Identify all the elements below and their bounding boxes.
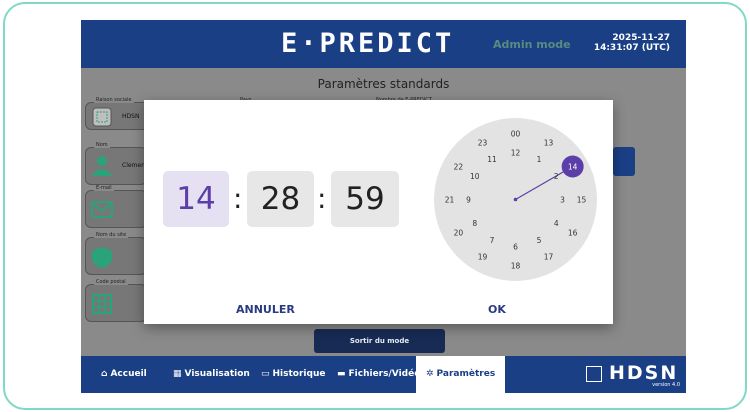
inner-hour-number[interactable]: 6 (513, 243, 518, 252)
outer-hour-number[interactable]: 14 (568, 163, 578, 172)
outer-hour-number[interactable]: 21 (445, 196, 455, 205)
app-logo: E·PREDICT (281, 28, 455, 59)
bottom-nav: ⌂ Accueil ▦ Visualisation ▭ Historique ▬ Fic… (81, 356, 686, 393)
nav-visualisation[interactable]: ▦ Visualisation (173, 356, 250, 393)
gear-icon: ✲ (426, 369, 434, 379)
outer-hour-number[interactable]: 18 (511, 262, 521, 271)
outer-hour-number[interactable]: 13 (544, 138, 554, 147)
inner-hour-number[interactable]: 1 (537, 155, 542, 164)
date-text: 2025-11-27 (612, 33, 670, 43)
person-icon (92, 156, 112, 176)
clock-dial[interactable]: 001314151617181920212223 121234567891011 (434, 118, 597, 281)
inner-hour-number[interactable]: 11 (487, 155, 497, 164)
outer-hour-number[interactable]: 17 (544, 253, 554, 262)
ok-button[interactable]: OK (488, 303, 506, 316)
version-text: version 4.0 (652, 382, 680, 388)
inner-hour-number[interactable]: 8 (472, 219, 477, 228)
outer-hour-number[interactable]: 19 (478, 253, 488, 262)
postal-code-label: Code postal (94, 279, 128, 285)
brand-mark-icon (586, 366, 602, 382)
time-separator: : (233, 182, 243, 215)
name-field[interactable]: Nom Clement (85, 142, 147, 185)
envelope-icon (91, 201, 113, 218)
clock-center-dot (513, 197, 518, 202)
time-separator: : (317, 182, 327, 215)
shield-icon (92, 247, 112, 268)
company-label: Raison sociale (94, 97, 134, 103)
nav-files-label: Fichiers/Vidéo (348, 369, 421, 379)
datetime-display: 2025-11-27 14:31:07 (UTC) (594, 33, 670, 53)
seconds-input[interactable]: 59 (331, 171, 399, 227)
inner-hour-number[interactable]: 10 (470, 172, 480, 181)
cancel-button[interactable]: ANNULER (236, 303, 295, 316)
email-label: E-mail (94, 185, 114, 191)
company-value: HDSN (122, 113, 140, 120)
outer-hour-number[interactable]: 22 (454, 163, 464, 172)
mode-label: Admin mode (493, 38, 571, 51)
inner-hour-number[interactable]: 12 (511, 149, 521, 158)
inner-hour-number[interactable]: 9 (466, 196, 471, 205)
nav-home-label: Accueil (110, 369, 147, 379)
outer-hour-number[interactable]: 00 (511, 130, 521, 139)
nav-home[interactable]: ⌂ Accueil (101, 356, 147, 393)
top-bar: E·PREDICT Admin mode 2025-11-27 14:31:07… (81, 20, 686, 68)
postal-code-field[interactable]: Code postal (85, 279, 147, 322)
grid-icon: ▦ (173, 369, 182, 379)
outer-hour-number[interactable]: 15 (577, 196, 587, 205)
building-icon (92, 107, 112, 127)
hours-input[interactable]: 14 (163, 171, 229, 227)
outer-hour-number[interactable]: 23 (478, 138, 488, 147)
outer-hour-number[interactable]: 16 (568, 229, 578, 238)
site-label: Nom du site (94, 232, 129, 238)
nav-history-label: Historique (272, 369, 326, 379)
nav-files[interactable]: ▬ Fichiers/Vidéo (337, 356, 420, 393)
nav-visualisation-label: Visualisation (184, 369, 250, 379)
minutes-input[interactable]: 28 (247, 171, 314, 227)
outer-hour-number[interactable]: 20 (454, 229, 464, 238)
email-field[interactable]: E-mail (85, 185, 147, 228)
time-picker-dialog: 14 : 28 : 59 00 13 14 15 16 17 18 19 20 21 22 23 12… (144, 100, 613, 324)
brand-logo: HDSN (609, 362, 679, 384)
inner-hour-number[interactable]: 2 (554, 172, 559, 181)
exit-mode-button[interactable]: Sortir du mode (314, 329, 445, 353)
name-label: Nom (94, 142, 110, 148)
nav-settings-label: Paramètres (436, 369, 496, 379)
inner-hour-number[interactable]: 7 (490, 236, 495, 245)
page-title: Paramètres standards (317, 77, 450, 91)
side-action-button[interactable] (613, 147, 635, 176)
calendar-icon: ▭ (261, 369, 270, 379)
nav-settings[interactable]: ✲ Paramètres (416, 356, 506, 393)
nav-history[interactable]: ▭ Historique (261, 356, 325, 393)
inner-hour-number[interactable]: 5 (537, 236, 542, 245)
home-icon: ⌂ (101, 369, 108, 379)
site-field[interactable]: Nom du site (85, 232, 147, 275)
folder-icon: ▬ (337, 369, 346, 379)
inner-hour-number[interactable]: 4 (554, 219, 559, 228)
time-text: 14:31:07 (UTC) (593, 43, 670, 53)
inner-hour-number[interactable]: 3 (560, 196, 565, 205)
building-grid-icon (92, 294, 112, 314)
